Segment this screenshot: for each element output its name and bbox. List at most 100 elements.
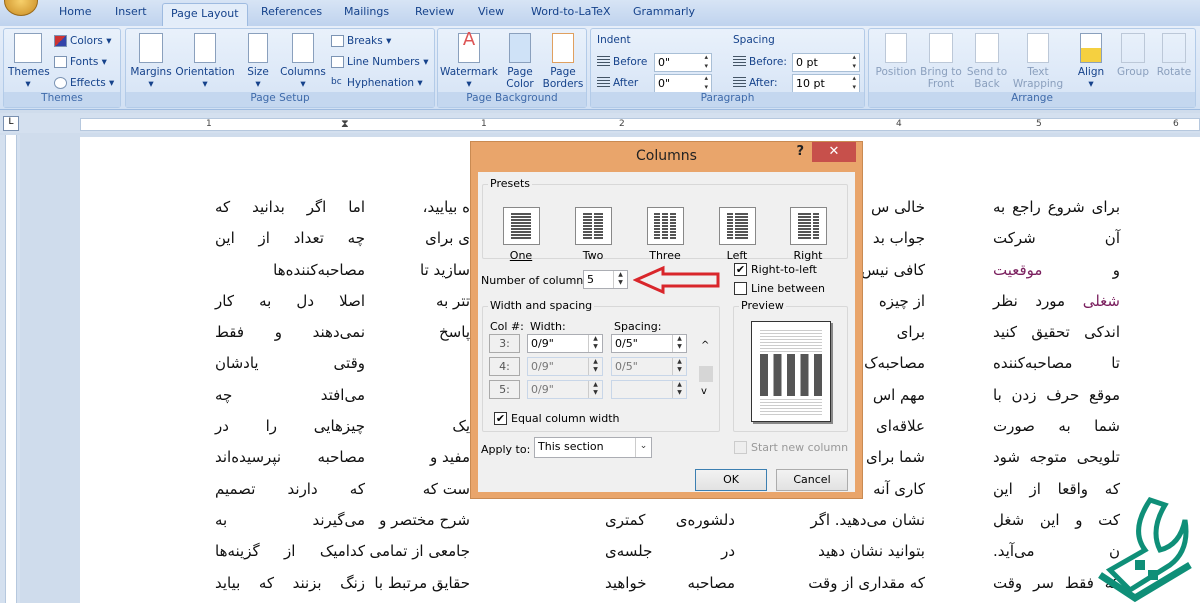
indent-marker-icon[interactable]: ⧗ [341, 117, 349, 131]
indent-after-input[interactable]: 0" [654, 74, 712, 93]
page-color-button[interactable]: Page Color [502, 33, 538, 90]
text-line [405, 380, 470, 411]
bring-to-front-button[interactable]: Bring to Front [919, 33, 963, 90]
red-arrow-annotation [633, 265, 720, 295]
office-button[interactable] [4, 0, 38, 16]
text-line: چیزهایی را در [215, 417, 365, 436]
tab-insert[interactable]: Insert [115, 5, 147, 18]
help-button[interactable]: ? [796, 144, 804, 159]
indent-before-input[interactable]: 0" [654, 53, 712, 72]
one-column-icon [502, 207, 540, 245]
spin-icon[interactable]: ▲ ▼ [672, 381, 686, 398]
preset-label: Two [582, 249, 604, 262]
spin-icon[interactable]: ▲ ▼ [588, 381, 602, 398]
equal-column-width-label: Equal column width [511, 412, 620, 425]
preview-page [751, 321, 831, 422]
line-between-label: Line between [751, 282, 825, 295]
size-button[interactable]: Size ▾ [240, 33, 276, 90]
breaks-button[interactable]: Breaks ▾ [331, 35, 391, 47]
tab-review[interactable]: Review [415, 5, 454, 18]
scrollbar-thumb[interactable] [699, 366, 713, 382]
chevron-down-icon[interactable]: ⌄ [635, 438, 651, 457]
text-line: آن شرکت [993, 229, 1120, 248]
group-themes: Themes ▾ Colors ▾ Fonts ▾ Effects ▾ Theme… [3, 28, 121, 108]
tab-mailings[interactable]: Mailings [344, 5, 389, 18]
page-borders-button[interactable]: Page Borders [542, 33, 584, 90]
preset-one[interactable]: One [496, 207, 546, 262]
preset-three[interactable]: Three [640, 207, 690, 262]
group-button[interactable]: Group [1113, 33, 1153, 78]
columns-button[interactable]: Columns ▾ [278, 33, 328, 90]
vertical-ruler-scale [5, 135, 17, 603]
start-new-column-checkbox[interactable] [734, 441, 747, 454]
indent-left-icon [597, 56, 610, 68]
spacing-before-input[interactable]: 0 pt [792, 53, 860, 72]
spin-icon[interactable]: ▲ ▼ [672, 358, 686, 375]
preset-right[interactable]: Right [783, 207, 833, 262]
send-to-back-button[interactable]: Send to Back [965, 33, 1009, 90]
orientation-button[interactable]: Orientation ▾ [174, 33, 236, 90]
ruler-scale[interactable]: 1 1 2 4 5 6 ⧗ [80, 117, 1200, 131]
watermark-button[interactable]: A Watermark ▾ [440, 31, 498, 91]
col-number: 4: [489, 357, 520, 376]
left-column-icon [718, 207, 756, 245]
preset-left[interactable]: Left [712, 207, 762, 262]
close-button[interactable]: ✕ [812, 142, 856, 162]
spin-icon[interactable]: ▲ ▼ [613, 271, 627, 288]
text-line: موقع حرف زدن با [993, 385, 1120, 404]
tab-home[interactable]: Home [59, 5, 91, 18]
effects-button[interactable]: Effects ▾ [54, 77, 114, 89]
column-width-input[interactable]: 0/9" ▲ ▼ [527, 334, 603, 353]
fonts-label: Fonts [70, 56, 99, 68]
colors-button[interactable]: Colors ▾ [54, 35, 112, 47]
scroll-up-icon[interactable]: ^ [701, 340, 709, 351]
preset-two[interactable]: Two [568, 207, 618, 262]
position-button[interactable]: Position [873, 33, 919, 78]
column-spacing-input[interactable]: 0/5" ▲ ▼ [611, 334, 687, 353]
bring-to-front-icon [929, 33, 953, 63]
cancel-button[interactable]: Cancel [776, 469, 848, 491]
column-width-input[interactable]: 0/9" ▲ ▼ [527, 357, 603, 376]
margins-button[interactable]: Margins ▾ [128, 33, 174, 90]
line-numbers-button[interactable]: Line Numbers ▾ [331, 56, 428, 68]
text-line: نمی‌دهند و فقط [215, 323, 365, 342]
text-column-1[interactable]: اما اگر بدانید که چه تعداد از این مصاحبه‌ک… [215, 192, 365, 599]
tab-references[interactable]: References [261, 5, 322, 18]
align-button[interactable]: Align ▾ [1071, 33, 1111, 90]
indent-before-text: Before [613, 56, 648, 68]
fonts-button[interactable]: Fonts ▾ [54, 56, 107, 68]
tab-page-layout[interactable]: Page Layout [162, 3, 248, 27]
text-wrapping-button[interactable]: Text Wrapping [1011, 33, 1065, 90]
equal-column-width-checkbox[interactable]: ✔ [494, 412, 507, 425]
group-label: Group [1117, 66, 1149, 78]
start-new-column-label: Start new column [751, 441, 849, 454]
column-spacing-input[interactable]: ▲ ▼ [611, 380, 687, 399]
column-spacing-input[interactable]: 0/5" ▲ ▼ [611, 357, 687, 376]
tab-view[interactable]: View [478, 5, 504, 18]
tab-selector-icon[interactable]: L [3, 116, 19, 131]
right-to-left-checkbox[interactable]: ✔ [734, 263, 747, 276]
text-line: که دارند تصمیم [215, 479, 365, 498]
spin-icon[interactable]: ▲ ▼ [588, 335, 602, 352]
presets-label: Presets [488, 177, 533, 190]
colors-icon [54, 35, 67, 47]
apply-to-select[interactable]: This section ⌄ [534, 437, 652, 458]
column-width-input[interactable]: 0/9" ▲ ▼ [527, 380, 603, 399]
scroll-down-icon[interactable]: v [701, 386, 707, 397]
ok-button[interactable]: OK [695, 469, 767, 491]
group-paragraph: Indent Before After 0" 0" Spacing Before… [590, 28, 865, 108]
tab-word-to-latex[interactable]: Word-to-LaTeX [531, 5, 610, 18]
themes-button[interactable]: Themes ▾ [8, 33, 50, 90]
hyphenation-button[interactable]: bc Hyphenation ▾ [331, 77, 423, 89]
spacing-after-input[interactable]: 10 pt [792, 74, 860, 93]
number-of-columns-input[interactable]: 5 ▲ ▼ [583, 270, 628, 289]
text-column-2[interactable]: ه بیایید، ی برای سازید تا تتر به پاسخ یک مفید … [369, 192, 470, 599]
spin-icon[interactable]: ▲ ▼ [672, 335, 686, 352]
line-between-checkbox[interactable] [734, 282, 747, 295]
rotate-button[interactable]: Rotate [1155, 33, 1193, 78]
spin-icon[interactable]: ▲ ▼ [588, 358, 602, 375]
orientation-label: Orientation [175, 66, 235, 78]
number-of-columns-label: Number of columns: [481, 274, 593, 287]
tab-grammarly[interactable]: Grammarly [633, 5, 695, 18]
text-column-3[interactable]: دلشوره‌ی کمتری در جلسه‌ی مصاحبه خواهید [605, 505, 735, 599]
